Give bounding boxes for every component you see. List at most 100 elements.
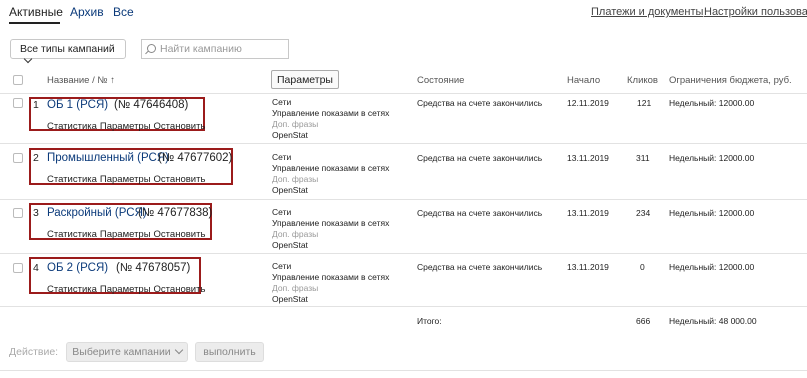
parameters-link[interactable]: Параметры (100, 229, 151, 240)
campaign-actions: Статистика Параметры Остановить (47, 279, 208, 297)
campaign-start-date: 13.11.2019 (567, 262, 609, 272)
user-settings-link[interactable]: Настройки пользовате (704, 6, 807, 18)
param-networks: Сети (272, 97, 292, 107)
campaign-state: Средства на счете закончились (417, 262, 543, 272)
tab-all[interactable]: Все (113, 5, 134, 19)
stop-link[interactable]: Остановить (154, 121, 206, 132)
tab-active[interactable]: Активные (9, 5, 63, 19)
campaign-params: Сети Управление показами в сетях Доп. фр… (272, 261, 389, 305)
stop-link[interactable]: Остановить (154, 284, 206, 295)
campaign-id: (№ 47677602) (158, 152, 233, 164)
total-budget: Недельный: 48 000.00 (669, 316, 757, 326)
search-icon (147, 44, 156, 53)
chevron-down-icon (174, 345, 183, 355)
statistics-link[interactable]: Статистика (47, 121, 97, 132)
select-campaigns-dropdown[interactable]: Выберите кампании (66, 342, 188, 362)
campaign-type-label: Все типы кампаний (20, 43, 115, 55)
chevron-down-icon (23, 54, 33, 64)
statistics-link[interactable]: Статистика (47, 174, 97, 185)
active-tab-indicator (9, 22, 60, 24)
row-number: 1 (33, 99, 39, 111)
select-all-checkbox[interactable] (13, 75, 23, 85)
campaign-search[interactable] (141, 39, 289, 59)
campaign-type-dropdown[interactable]: Все типы кампаний (10, 39, 126, 64)
campaign-params: Сети Управление показами в сетях Доп. фр… (272, 207, 389, 251)
campaign-id: (№ 47678057) (116, 262, 191, 274)
header-clicks: Кликов (627, 75, 658, 86)
row-number: 2 (33, 152, 39, 164)
param-network-display: Управление показами в сетях (272, 163, 390, 173)
stop-link[interactable]: Остановить (154, 229, 206, 240)
header-state: Состояние (417, 75, 465, 86)
campaign-budget: Недельный: 12000.00 (669, 153, 755, 163)
campaign-start-date: 13.11.2019 (567, 208, 609, 218)
payments-link[interactable]: Платежи и документы (591, 6, 703, 18)
param-openstat: OpenStat (272, 185, 308, 195)
statistics-link[interactable]: Статистика (47, 284, 97, 295)
param-extra-phrases: Доп. фразы (272, 229, 319, 239)
campaign-clicks: 234 (636, 208, 651, 218)
campaign-search-input[interactable] (160, 42, 284, 56)
row-number: 3 (33, 207, 39, 219)
row-checkbox[interactable] (13, 153, 23, 163)
parameters-link[interactable]: Параметры (100, 121, 151, 132)
campaign-clicks: 0 (640, 262, 645, 272)
select-campaigns-label: Выберите кампании (72, 346, 171, 358)
total-label: Итого: (417, 316, 442, 326)
campaign-params: Сети Управление показами в сетях Доп. фр… (272, 152, 389, 196)
campaign-budget: Недельный: 12000.00 (669, 98, 755, 108)
campaign-state: Средства на счете закончились (417, 98, 543, 108)
tab-archive[interactable]: Архив (70, 5, 104, 19)
campaign-name-link[interactable]: ОБ 2 (РСЯ) (47, 262, 108, 274)
campaign-name-link[interactable]: Раскройный (РСЯ) (47, 207, 147, 219)
campaign-budget: Недельный: 12000.00 (669, 208, 755, 218)
param-openstat: OpenStat (272, 240, 308, 250)
param-extra-phrases: Доп. фразы (272, 283, 319, 293)
campaign-id: (№ 47677838) (138, 207, 213, 219)
param-networks: Сети (272, 261, 292, 271)
campaign-start-date: 12.11.2019 (567, 98, 609, 108)
divider (0, 143, 807, 144)
campaign-actions: Статистика Параметры Остановить (47, 169, 208, 187)
campaign-params: Сети Управление показами в сетях Доп. фр… (272, 97, 389, 141)
campaign-id: (№ 47646408) (114, 99, 189, 111)
parameters-link[interactable]: Параметры (100, 174, 151, 185)
campaign-clicks: 311 (636, 153, 650, 163)
execute-button[interactable]: выполнить (195, 342, 264, 362)
divider (0, 199, 807, 200)
campaign-state: Средства на счете закончились (417, 208, 543, 218)
param-network-display: Управление показами в сетях (272, 272, 390, 282)
row-checkbox[interactable] (13, 208, 23, 218)
campaign-name-link[interactable]: Промышленный (РСЯ) (47, 152, 169, 164)
param-network-display: Управление показами в сетях (272, 108, 390, 118)
header-start: Начало (567, 75, 601, 86)
header-name[interactable]: Название / № ↑ (47, 75, 115, 86)
divider (0, 93, 807, 94)
campaign-name-link[interactable]: ОБ 1 (РСЯ) (47, 99, 108, 111)
campaign-clicks: 121 (637, 98, 652, 108)
campaign-actions: Статистика Параметры Остановить (47, 116, 208, 134)
param-networks: Сети (272, 207, 292, 217)
param-network-display: Управление показами в сетях (272, 218, 390, 228)
action-label: Действие: (9, 346, 59, 358)
divider (0, 306, 807, 307)
param-networks: Сети (272, 152, 292, 162)
total-clicks: 666 (636, 316, 651, 326)
row-checkbox[interactable] (13, 98, 23, 108)
header-budget: Ограничения бюджета, руб. (669, 75, 792, 86)
param-openstat: OpenStat (272, 294, 308, 304)
campaign-start-date: 13.11.2019 (567, 153, 609, 163)
parameters-link[interactable]: Параметры (100, 284, 151, 295)
param-openstat: OpenStat (272, 130, 308, 140)
param-extra-phrases: Доп. фразы (272, 174, 319, 184)
param-extra-phrases: Доп. фразы (272, 119, 319, 129)
campaign-state: Средства на счете закончились (417, 153, 543, 163)
statistics-link[interactable]: Статистика (47, 229, 97, 240)
divider (0, 253, 807, 254)
campaign-actions: Статистика Параметры Остановить (47, 224, 208, 242)
campaign-budget: Недельный: 12000.00 (669, 262, 755, 272)
row-number: 4 (33, 262, 39, 274)
row-checkbox[interactable] (13, 263, 23, 273)
parameters-button[interactable]: Параметры (271, 70, 339, 89)
stop-link[interactable]: Остановить (154, 174, 206, 185)
